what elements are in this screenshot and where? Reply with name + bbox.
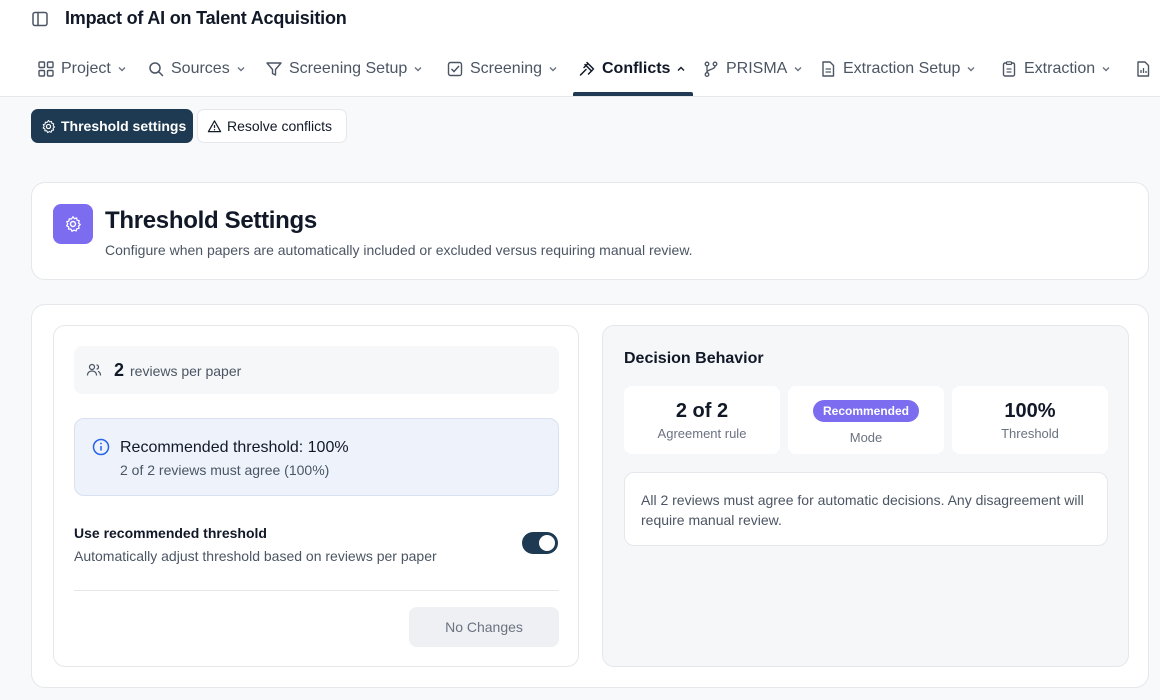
tab-extraction[interactable]: Extraction xyxy=(1000,58,1112,80)
gavel-icon xyxy=(579,61,595,76)
threshold-settings-label: Threshold settings xyxy=(61,118,187,134)
threshold-stat: 100% Threshold xyxy=(952,386,1108,454)
tab-sources[interactable]: Sources xyxy=(147,58,247,80)
page-title: Threshold Settings xyxy=(105,207,317,234)
divider xyxy=(74,590,559,591)
sidebar-toggle-icon[interactable] xyxy=(31,10,49,28)
top-bar: Impact of AI on Talent Acquisition xyxy=(0,0,1160,40)
reviews-label: reviews per paper xyxy=(130,363,242,379)
tab-screening[interactable]: Screening xyxy=(446,58,559,80)
decision-behavior-panel: Decision Behavior 2 of 2 Agreement rule … xyxy=(602,325,1129,667)
gear-icon xyxy=(42,119,56,133)
clipboard-icon xyxy=(1002,61,1016,77)
resolve-conflicts-button[interactable]: Resolve conflicts xyxy=(197,109,347,143)
mode-stat: Recommended Mode xyxy=(788,386,944,454)
tab-prisma[interactable]: PRISMA xyxy=(702,58,804,80)
app-title: Impact of AI on Talent Acquisition xyxy=(65,8,347,28)
use-recommended-desc: Automatically adjust threshold based on … xyxy=(74,548,437,564)
use-recommended-title: Use recommended threshold xyxy=(74,525,267,541)
threshold-config-panel: 2 reviews per paper Recommended threshol… xyxy=(53,325,579,667)
threshold-settings-button[interactable]: Threshold settings xyxy=(31,109,193,143)
chevron-down-icon xyxy=(414,67,422,72)
mode-badge: Recommended xyxy=(812,400,920,422)
agreement-label: Agreement rule xyxy=(657,426,747,441)
threshold-value: 100% xyxy=(1004,400,1056,422)
search-icon xyxy=(149,62,164,77)
agreement-rule-stat: 2 of 2 Agreement rule xyxy=(624,386,780,454)
warning-icon xyxy=(207,119,222,132)
document-icon xyxy=(822,61,835,77)
agreement-value: 2 of 2 xyxy=(675,400,729,422)
gear-icon xyxy=(65,216,81,232)
branch-icon xyxy=(704,61,718,77)
tab-conflicts[interactable]: Conflicts xyxy=(578,58,687,80)
chevron-down-icon xyxy=(549,67,557,72)
chevron-down-icon xyxy=(237,67,245,72)
tab-label: Conflicts xyxy=(602,60,671,77)
decision-info-text: All 2 reviews must agree for automatic d… xyxy=(624,472,1108,546)
tab-label: Screening Setup xyxy=(289,60,408,77)
checkbox-icon xyxy=(447,61,463,77)
tab-label: Extraction Setup xyxy=(843,60,961,77)
threshold-header-card: Threshold Settings Configure when papers… xyxy=(31,182,1149,280)
nav-bar: Project Sources Screening Setup Screenin… xyxy=(0,40,1160,97)
report-icon xyxy=(1137,61,1150,77)
chevron-down-icon xyxy=(794,67,802,72)
tab-extraction-setup[interactable]: Extraction Setup xyxy=(819,58,977,80)
reviews-count: 2 xyxy=(114,359,125,380)
tab-screening-setup[interactable]: Screening Setup xyxy=(265,58,424,80)
users-icon xyxy=(86,363,102,376)
tab-report-overflow[interactable] xyxy=(1134,58,1158,80)
chevron-up-icon xyxy=(677,66,685,71)
use-recommended-toggle[interactable] xyxy=(522,532,558,554)
tab-project[interactable]: Project xyxy=(37,58,128,80)
chevron-down-icon xyxy=(967,67,975,72)
tab-label: Extraction xyxy=(1024,60,1096,77)
no-changes-button[interactable]: No Changes xyxy=(409,607,559,647)
page-description: Configure when papers are automatically … xyxy=(105,242,693,258)
tab-label: Project xyxy=(61,60,111,77)
active-tab-indicator xyxy=(573,92,693,96)
chevron-down-icon xyxy=(1102,67,1110,72)
chevron-down-icon xyxy=(118,67,126,72)
tab-label: Sources xyxy=(171,60,230,77)
recommended-threshold-sub: 2 of 2 reviews must agree (100%) xyxy=(120,462,330,478)
mode-label: Mode xyxy=(849,430,883,445)
info-icon xyxy=(92,438,110,456)
decision-behavior-title: Decision Behavior xyxy=(624,350,764,367)
recommended-threshold-title: Recommended threshold: 100% xyxy=(120,439,349,456)
resolve-conflicts-label: Resolve conflicts xyxy=(227,118,333,134)
threshold-main-card: 2 reviews per paper Recommended threshol… xyxy=(31,304,1149,688)
reviews-per-paper: 2 reviews per paper xyxy=(74,346,559,394)
tab-label: Screening xyxy=(470,60,543,77)
tab-label: PRISMA xyxy=(726,60,788,77)
toggle-knob xyxy=(539,535,555,551)
filter-icon xyxy=(266,62,282,76)
threshold-label: Threshold xyxy=(1001,426,1059,441)
recommended-threshold-box: Recommended threshold: 100% 2 of 2 revie… xyxy=(74,418,559,496)
grid-icon xyxy=(38,61,54,77)
settings-badge xyxy=(53,204,93,244)
